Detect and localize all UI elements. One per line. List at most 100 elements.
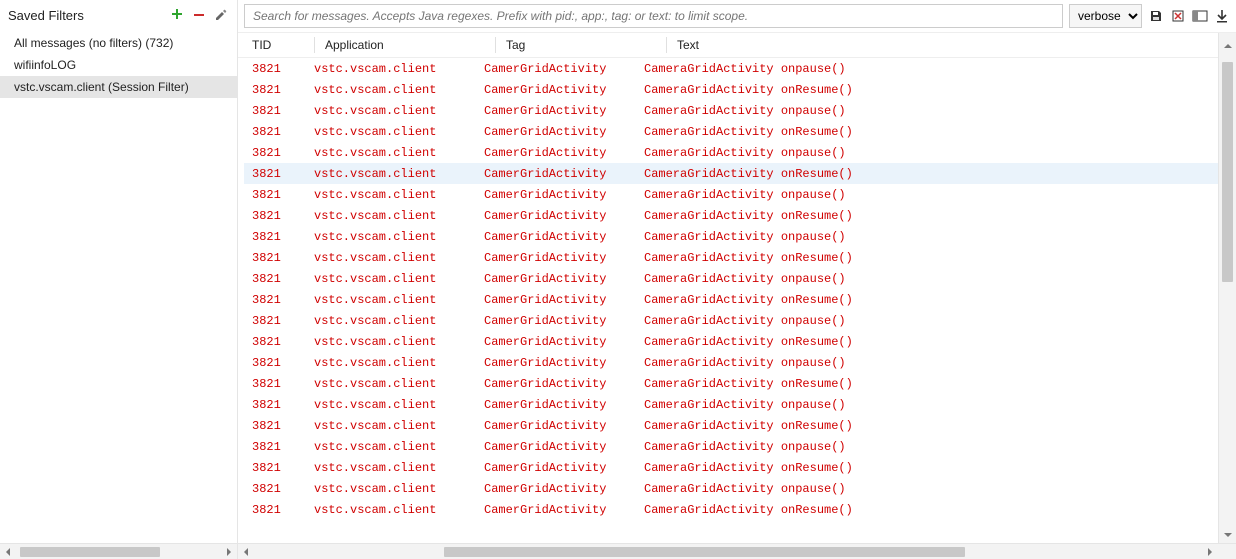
clear-log-icon[interactable] — [1170, 8, 1186, 24]
log-row[interactable]: 3821vstc.vscam.clientCamerGridActivityCa… — [244, 58, 1218, 79]
scroll-left-icon[interactable] — [0, 544, 16, 559]
left-h-scrollbar[interactable] — [0, 543, 237, 559]
col-divider[interactable] — [495, 37, 496, 53]
log-cell-app: vstc.vscam.client — [314, 209, 484, 223]
scroll-right-icon[interactable] — [221, 544, 237, 559]
filter-item[interactable]: wifiinfoLOG — [0, 54, 237, 76]
log-cell-tag: CamerGridActivity — [484, 104, 644, 118]
log-cell-tag: CamerGridActivity — [484, 230, 644, 244]
filter-item[interactable]: vstc.vscam.client (Session Filter) — [0, 76, 237, 98]
log-row[interactable]: 3821vstc.vscam.clientCamerGridActivityCa… — [244, 394, 1218, 415]
log-cell-text: CameraGridActivity onResume() — [644, 167, 1218, 181]
log-row[interactable]: 3821vstc.vscam.clientCamerGridActivityCa… — [244, 457, 1218, 478]
log-cell-tag: CamerGridActivity — [484, 440, 644, 454]
log-cell-text: CameraGridActivity onpause() — [644, 356, 1218, 370]
save-log-icon[interactable] — [1148, 8, 1164, 24]
scroll-down-icon[interactable] — [1219, 527, 1236, 543]
log-cell-text: CameraGridActivity onResume() — [644, 293, 1218, 307]
log-row[interactable]: 3821vstc.vscam.clientCamerGridActivityCa… — [244, 100, 1218, 121]
right-h-scrollbar[interactable] — [238, 543, 1236, 559]
log-row[interactable]: 3821vstc.vscam.clientCamerGridActivityCa… — [244, 331, 1218, 352]
log-row[interactable]: 3821vstc.vscam.clientCamerGridActivityCa… — [244, 205, 1218, 226]
log-cell-tid: 3821 — [244, 167, 314, 181]
toggle-panel-icon[interactable] — [1192, 8, 1208, 24]
col-header-app[interactable]: Application — [325, 38, 495, 52]
log-cell-tid: 3821 — [244, 335, 314, 349]
log-row[interactable]: 3821vstc.vscam.clientCamerGridActivityCa… — [244, 310, 1218, 331]
log-cell-tid: 3821 — [244, 293, 314, 307]
log-cell-tag: CamerGridActivity — [484, 62, 644, 76]
log-cell-app: vstc.vscam.client — [314, 461, 484, 475]
v-scrollbar[interactable] — [1218, 58, 1236, 543]
log-cell-app: vstc.vscam.client — [314, 503, 484, 517]
log-row[interactable]: 3821vstc.vscam.clientCamerGridActivityCa… — [244, 142, 1218, 163]
log-cell-tag: CamerGridActivity — [484, 167, 644, 181]
log-cell-app: vstc.vscam.client — [314, 83, 484, 97]
saved-filters-title: Saved Filters — [8, 8, 169, 23]
log-cell-text: CameraGridActivity onResume() — [644, 251, 1218, 265]
log-cell-app: vstc.vscam.client — [314, 188, 484, 202]
log-cell-app: vstc.vscam.client — [314, 377, 484, 391]
log-cell-tag: CamerGridActivity — [484, 461, 644, 475]
log-cell-text: CameraGridActivity onpause() — [644, 314, 1218, 328]
log-level-select[interactable]: verbosedebuginfowarnerrorassert — [1069, 4, 1142, 28]
log-row[interactable]: 3821vstc.vscam.clientCamerGridActivityCa… — [244, 247, 1218, 268]
saved-filters-panel: Saved Filters All messages (no filters) … — [0, 0, 238, 559]
log-row[interactable]: 3821vstc.vscam.clientCamerGridActivityCa… — [244, 415, 1218, 436]
log-cell-tid: 3821 — [244, 398, 314, 412]
log-row[interactable]: 3821vstc.vscam.clientCamerGridActivityCa… — [244, 373, 1218, 394]
saved-filters-header: Saved Filters — [0, 0, 237, 30]
log-cell-text: CameraGridActivity onResume() — [644, 125, 1218, 139]
left-h-thumb[interactable] — [20, 547, 160, 557]
log-cell-tid: 3821 — [244, 314, 314, 328]
right-h-thumb[interactable] — [444, 547, 965, 557]
scroll-left-icon[interactable] — [238, 544, 254, 559]
log-row[interactable]: 3821vstc.vscam.clientCamerGridActivityCa… — [244, 499, 1218, 520]
filter-item-label: All messages (no filters) (732) — [14, 36, 173, 50]
log-cell-tag: CamerGridActivity — [484, 272, 644, 286]
edit-filter-icon[interactable] — [213, 7, 229, 23]
log-cell-app: vstc.vscam.client — [314, 314, 484, 328]
log-row[interactable]: 3821vstc.vscam.clientCamerGridActivityCa… — [244, 289, 1218, 310]
log-cell-tid: 3821 — [244, 104, 314, 118]
log-rows[interactable]: 3821vstc.vscam.clientCamerGridActivityCa… — [238, 58, 1218, 543]
log-cell-text: CameraGridActivity onpause() — [644, 482, 1218, 496]
log-row[interactable]: 3821vstc.vscam.clientCamerGridActivityCa… — [244, 436, 1218, 457]
log-cell-tid: 3821 — [244, 377, 314, 391]
scroll-up-icon[interactable] — [1218, 33, 1236, 59]
filter-item[interactable]: All messages (no filters) (732) — [0, 32, 237, 54]
log-cell-tid: 3821 — [244, 440, 314, 454]
scroll-lock-icon[interactable] — [1214, 8, 1230, 24]
log-row[interactable]: 3821vstc.vscam.clientCamerGridActivityCa… — [244, 79, 1218, 100]
log-cell-app: vstc.vscam.client — [314, 104, 484, 118]
log-row[interactable]: 3821vstc.vscam.clientCamerGridActivityCa… — [244, 352, 1218, 373]
search-input[interactable] — [244, 4, 1063, 28]
log-row[interactable]: 3821vstc.vscam.clientCamerGridActivityCa… — [244, 121, 1218, 142]
log-cell-app: vstc.vscam.client — [314, 335, 484, 349]
col-divider[interactable] — [666, 37, 667, 53]
remove-filter-icon[interactable] — [191, 7, 207, 23]
log-cell-text: CameraGridActivity onpause() — [644, 146, 1218, 160]
log-row[interactable]: 3821vstc.vscam.clientCamerGridActivityCa… — [244, 268, 1218, 289]
col-header-text[interactable]: Text — [677, 38, 1236, 52]
col-header-tid[interactable]: TID — [244, 38, 314, 52]
log-row[interactable]: 3821vstc.vscam.clientCamerGridActivityCa… — [244, 226, 1218, 247]
log-row[interactable]: 3821vstc.vscam.clientCamerGridActivityCa… — [244, 184, 1218, 205]
log-row[interactable]: 3821vstc.vscam.clientCamerGridActivityCa… — [244, 163, 1218, 184]
log-cell-text: CameraGridActivity onResume() — [644, 335, 1218, 349]
col-header-tag[interactable]: Tag — [506, 38, 666, 52]
app-root: Saved Filters All messages (no filters) … — [0, 0, 1236, 559]
log-cell-app: vstc.vscam.client — [314, 293, 484, 307]
v-thumb[interactable] — [1222, 62, 1233, 282]
col-divider[interactable] — [314, 37, 315, 53]
add-filter-icon[interactable] — [169, 7, 185, 23]
log-cell-tid: 3821 — [244, 125, 314, 139]
log-cell-app: vstc.vscam.client — [314, 356, 484, 370]
log-cell-app: vstc.vscam.client — [314, 398, 484, 412]
log-cell-tag: CamerGridActivity — [484, 125, 644, 139]
log-cell-tid: 3821 — [244, 209, 314, 223]
scroll-right-icon[interactable] — [1202, 544, 1218, 559]
log-cell-tag: CamerGridActivity — [484, 482, 644, 496]
log-row[interactable]: 3821vstc.vscam.clientCamerGridActivityCa… — [244, 478, 1218, 499]
log-cell-tag: CamerGridActivity — [484, 188, 644, 202]
